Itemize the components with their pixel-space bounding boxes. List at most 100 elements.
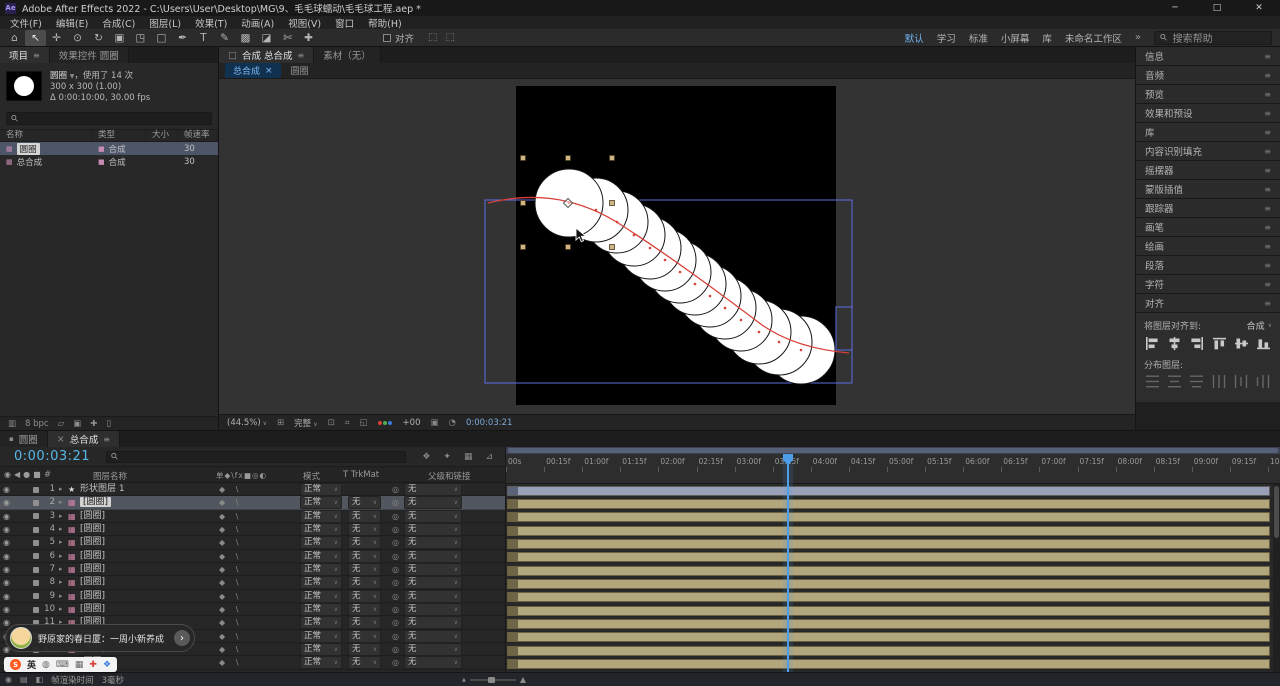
timeline-track-area[interactable]: 00s 00:15f 01:00f 01:15f 02:00f 02:15f 03:00f 0… — [505, 447, 1280, 672]
pickwhip-icon[interactable]: ◎ — [392, 523, 399, 536]
pickwhip-icon[interactable]: ◎ — [392, 656, 399, 669]
workspace-5[interactable]: 未命名工作区 — [1065, 31, 1122, 45]
align-checkbox[interactable] — [383, 33, 391, 42]
toggle-modes-icon[interactable]: ▤ — [20, 675, 28, 684]
layer-switches[interactable]: ◆ \ — [219, 643, 242, 656]
layer-name[interactable]: 形状图层 1 — [80, 483, 125, 496]
panel-1[interactable]: 音频 ≡ — [1136, 66, 1280, 85]
trash-icon[interactable]: ▯ — [106, 419, 111, 429]
layer-bar-6[interactable] — [507, 552, 1270, 563]
zoom-in-icon[interactable]: ▲ — [520, 675, 526, 684]
parent-link-column[interactable]: 父级和链接 — [428, 470, 471, 482]
skin-icon[interactable]: ✚ — [89, 660, 97, 670]
layer-row-1[interactable]: ◉ 1 ▸ ★ 形状图层 1 ◆ \ 正常 ∨ ◎ 无 ∨ — [0, 483, 505, 497]
notification-popup[interactable]: 野原家的春日厦：一周小新养成 › — [5, 624, 195, 652]
expander-icon[interactable]: ▸ — [59, 603, 63, 616]
column-name[interactable]: 名称 — [0, 129, 92, 142]
layer-bar-10[interactable] — [507, 605, 1270, 616]
mode-dropdown[interactable]: 正常 ∨ — [300, 496, 342, 510]
align-top-button[interactable] — [1212, 337, 1227, 350]
menu-item-0[interactable]: 文件(F) — [3, 16, 49, 30]
menu-item-8[interactable]: 帮助(H) — [361, 16, 409, 30]
layer-switches[interactable]: ◆ \ — [219, 536, 242, 549]
panel-menu-icon[interactable]: ≡ — [1264, 204, 1271, 213]
parent-dropdown[interactable]: 无 ∨ — [404, 656, 462, 670]
expander-icon[interactable]: ▸ — [59, 483, 63, 496]
timeline-scrollbar[interactable] — [1273, 484, 1280, 672]
trkmat-dropdown[interactable]: 无 ∨ — [348, 536, 381, 550]
menu-item-2[interactable]: 合成(C) — [95, 16, 142, 30]
label-chip[interactable] — [33, 499, 39, 506]
parent-dropdown[interactable]: 无 ∨ — [404, 603, 462, 617]
eraser-tool[interactable]: ◪ — [256, 30, 277, 46]
color-depth-label[interactable]: 8 bpc — [25, 419, 49, 429]
mask-visibility-icon[interactable]: ◱ — [360, 418, 368, 428]
mode-dropdown[interactable]: 正常 ∨ — [300, 616, 342, 630]
transparency-grid-icon[interactable]: ⌗ — [345, 418, 350, 428]
align-horizontal-center-button[interactable] — [1167, 337, 1182, 350]
pickwhip-icon[interactable]: ◎ — [392, 510, 399, 523]
clone-stamp-tool[interactable]: ▩ — [235, 30, 256, 46]
panel-menu-icon[interactable]: ≡ — [1264, 223, 1271, 232]
panel-0[interactable]: 信息 ≡ — [1136, 47, 1280, 66]
layer-bar-5[interactable] — [507, 538, 1270, 549]
tab-footage[interactable]: 素材（无） — [314, 47, 381, 63]
trkmat-dropdown[interactable]: 无 ∨ — [348, 589, 381, 603]
label-chip[interactable] — [33, 513, 39, 520]
layer-bar-14[interactable] — [507, 659, 1270, 670]
toggle-parent-icon[interactable]: ◧ — [36, 675, 44, 684]
trkmat-dropdown[interactable]: 无 ∨ — [348, 549, 381, 563]
selection-tool[interactable]: ↖ — [25, 29, 46, 46]
settings-icon[interactable]: ❖ — [103, 660, 111, 670]
eye-icon[interactable]: ◉ — [3, 576, 10, 589]
viewer-current-time[interactable]: 0:00:03:21 — [466, 418, 512, 428]
label-chip[interactable] — [33, 486, 39, 493]
grid-guides-icon[interactable]: ⊞ — [277, 418, 284, 428]
mode-dropdown[interactable]: 正常 ∨ — [300, 536, 342, 550]
frame-blending-icon[interactable]: ⊿ — [485, 452, 493, 462]
eye-icon[interactable]: ◉ — [3, 536, 10, 549]
mode-dropdown[interactable]: 正常 ∨ — [300, 483, 342, 496]
menu-item-3[interactable]: 图层(L) — [142, 16, 188, 30]
parent-dropdown[interactable]: 无 ∨ — [404, 629, 462, 643]
menu-item-1[interactable]: 编辑(E) — [49, 16, 95, 30]
layer-switches[interactable]: ◆ \ — [219, 483, 242, 496]
layer-switches[interactable]: ◆ \ — [219, 616, 242, 629]
align-right-button[interactable] — [1189, 337, 1204, 350]
mode-dropdown[interactable]: 正常 ∨ — [300, 656, 342, 670]
pickwhip-icon[interactable]: ◎ — [392, 643, 399, 656]
trkmat-dropdown[interactable]: 无 ∨ — [348, 496, 381, 510]
hand-tool[interactable]: ✛ — [46, 30, 67, 46]
parent-dropdown[interactable]: 无 ∨ — [404, 589, 462, 603]
panel-menu-icon[interactable]: ≡ — [1264, 261, 1271, 270]
puppet-pin-tool[interactable]: ✚ — [298, 30, 319, 46]
layer-bar-12[interactable] — [507, 632, 1270, 643]
shape-tool[interactable]: □ — [151, 30, 172, 46]
parent-dropdown[interactable]: 无 ∨ — [404, 496, 462, 510]
distribute-horizontal-center-button[interactable] — [1234, 375, 1249, 388]
trkmat-dropdown[interactable]: 无 ∨ — [348, 523, 381, 537]
layer-row-3[interactable]: ◉ 3 ▸ ▦ [圆圈] ◆ \ 正常 ∨ 无 ∨ ◎ 无 ∨ — [0, 509, 505, 524]
distribute-right-button[interactable] — [1256, 375, 1271, 388]
interpret-footage-icon[interactable]: ▥ — [8, 419, 16, 429]
pen-tool[interactable]: ✒ — [172, 30, 193, 46]
layer-name[interactable]: [圆圈] — [80, 536, 105, 549]
trkmat-dropdown[interactable]: 无 ∨ — [348, 643, 381, 657]
project-row[interactable]: ▦ 圆圈 ■ 合成 30 — [0, 142, 218, 155]
pickwhip-icon[interactable]: ◎ — [392, 603, 399, 616]
panel-2[interactable]: 预览 ≡ — [1136, 85, 1280, 104]
panel-menu-icon[interactable]: ≡ — [1264, 71, 1271, 80]
align-to-dropdown[interactable]: 合成 ∨ — [1247, 319, 1272, 332]
pickwhip-icon[interactable]: ◎ — [392, 590, 399, 603]
panel-7[interactable]: 蒙版插值 ≡ — [1136, 180, 1280, 199]
layer-name[interactable]: [圆圈] — [80, 496, 112, 509]
panel-3[interactable]: 效果和预设 ≡ — [1136, 104, 1280, 123]
trkmat-dropdown[interactable]: 无 ∨ — [348, 629, 381, 643]
layer-switches[interactable]: ◆ \ — [219, 630, 242, 643]
label-chip[interactable] — [33, 606, 39, 613]
layer-switches[interactable]: ◆ \ — [219, 656, 242, 669]
mode-dropdown[interactable]: 正常 ∨ — [300, 603, 342, 617]
expander-icon[interactable]: ▸ — [59, 550, 63, 563]
panel-menu-icon[interactable]: ≡ — [1264, 147, 1271, 156]
pan-behind-tool[interactable]: ◳ — [130, 30, 151, 46]
